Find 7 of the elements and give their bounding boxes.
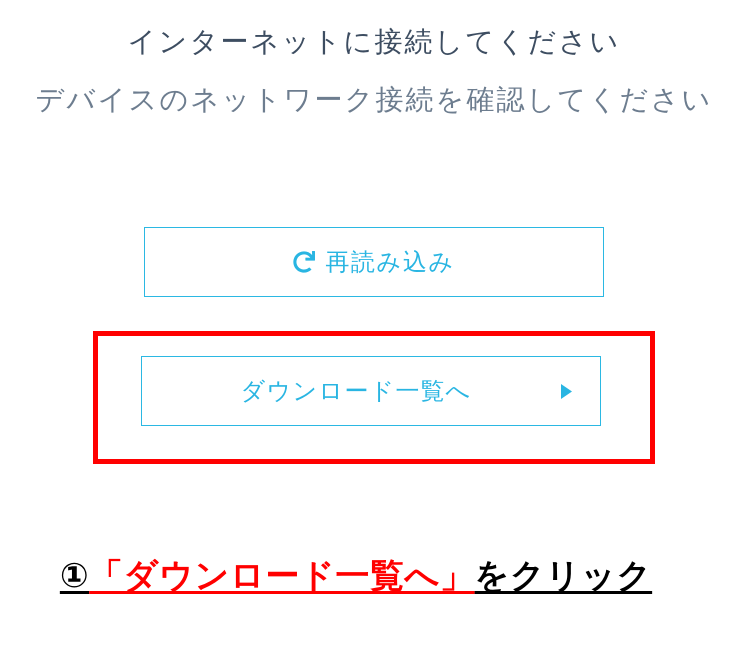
page-subtitle: デバイスのネットワーク接続を確認してください (36, 82, 712, 118)
instruction-caption: ①「ダウンロード一覧へ」をクリック (60, 555, 652, 598)
download-list-button[interactable]: ダウンロード一覧へ (141, 356, 601, 426)
page-title: インターネットに接続してください (128, 24, 620, 60)
reload-button[interactable]: 再読み込み (144, 227, 604, 297)
reload-icon (293, 251, 316, 273)
triangle-right-icon (561, 384, 572, 399)
